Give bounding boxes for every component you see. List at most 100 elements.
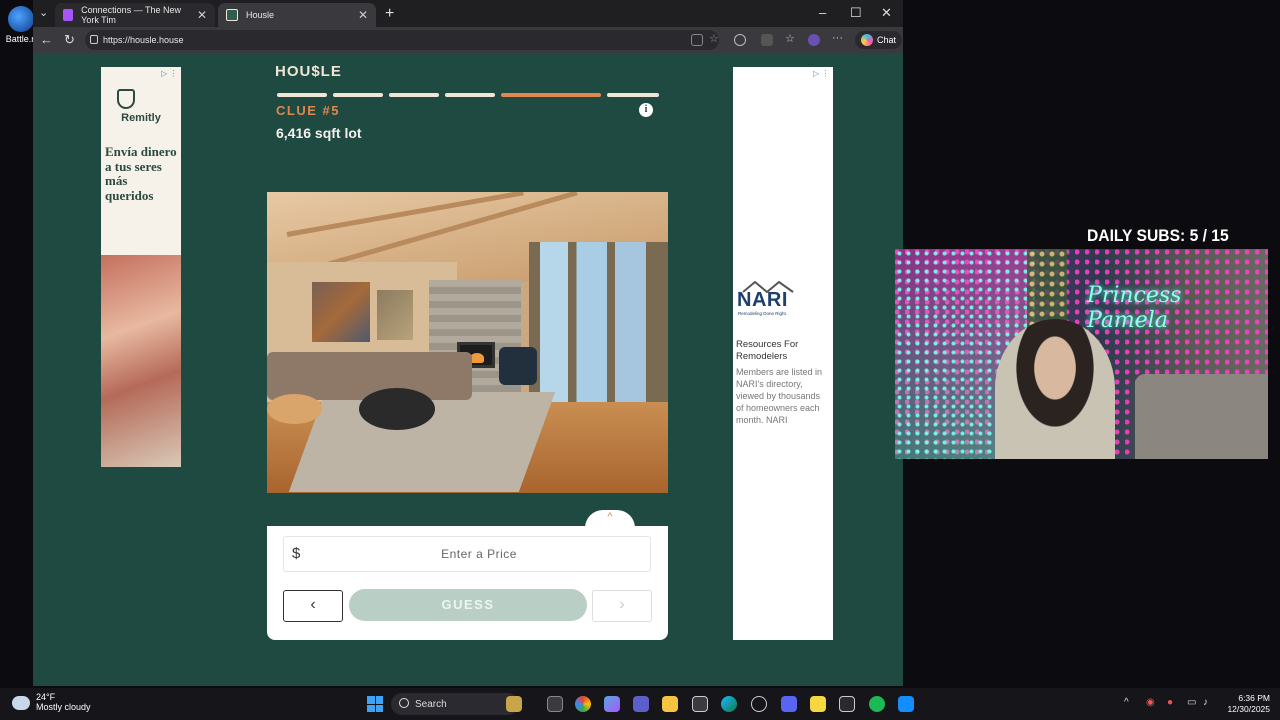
webcam-feed: Princess Pamela <box>895 249 1268 459</box>
housle-logo[interactable]: HOU$LE <box>275 63 342 80</box>
ad-brand: Remitly <box>121 112 161 124</box>
tab-housle[interactable]: Housle ✕ <box>218 3 376 27</box>
chat-label: Chat <box>877 35 897 45</box>
steam-icon[interactable] <box>751 696 767 712</box>
volume-icon[interactable]: ♪ <box>1203 697 1208 708</box>
favorite-star-icon[interactable]: ☆ <box>709 34 721 46</box>
search-icon <box>399 698 409 708</box>
next-clue-button[interactable]: › <box>592 590 652 622</box>
chevron-up-icon: ^ <box>607 511 613 523</box>
lock-icon[interactable] <box>90 35 98 44</box>
profile-avatar-icon[interactable] <box>808 34 820 46</box>
tab-connections[interactable]: Connections — The New York Tim ✕ <box>55 3 215 27</box>
ad-photo <box>101 255 181 467</box>
webcam-neon-sign: Princess Pamela <box>1087 283 1182 333</box>
widget-app-icon[interactable] <box>506 696 522 712</box>
spotify-icon[interactable] <box>869 696 885 712</box>
network-icon[interactable]: ▭ <box>1187 697 1196 708</box>
copilot-icon <box>861 34 873 46</box>
subs-count: 5 / 15 <box>1189 226 1229 245</box>
ad-body: Members are listed in NARI's directory, … <box>736 367 823 425</box>
photo-artwork <box>312 282 370 342</box>
maximize-icon[interactable]: ☐ <box>850 5 862 21</box>
copilot-app-icon[interactable] <box>604 696 620 712</box>
progress-segment <box>389 93 439 97</box>
taskbar: 24°F Mostly cloudy Search ^ ◉ ● ▭ ♪ 6:36… <box>0 688 1280 720</box>
photo-sofa <box>267 352 472 400</box>
subs-label: DAILY SUBS: <box>1087 226 1186 245</box>
close-window-icon[interactable]: ✕ <box>881 5 892 21</box>
info-icon[interactable]: i <box>639 103 653 117</box>
copilot-chat-button[interactable]: Chat <box>855 31 903 49</box>
currency-symbol: $ <box>292 545 301 562</box>
expand-panel-button[interactable]: ^ <box>585 510 635 528</box>
back-icon[interactable]: ← <box>40 32 53 47</box>
read-aloud-icon[interactable] <box>691 34 703 46</box>
refresh-icon[interactable]: ↻ <box>64 32 75 48</box>
photo-chair <box>499 347 537 385</box>
weather-widget[interactable]: 24°F Mostly cloudy <box>12 692 91 712</box>
favorites-icon[interactable]: ☆ <box>785 34 797 46</box>
task-view-icon[interactable] <box>547 696 563 712</box>
daily-subs-counter: DAILY SUBS: 5 / 15 <box>1087 226 1229 246</box>
progress-segment <box>607 93 659 97</box>
close-tab-icon[interactable]: ✕ <box>197 8 207 22</box>
show-hidden-icons-icon[interactable]: ^ <box>1124 697 1129 708</box>
app-tray-icon[interactable]: ◉ <box>1146 697 1155 708</box>
house-photo <box>267 192 668 493</box>
browser-window: ⌄ Connections — The New York Tim ✕ Housl… <box>33 0 903 686</box>
webcam-couch <box>1135 374 1268 459</box>
remitly-logo-icon <box>117 89 135 109</box>
chrome-icon[interactable] <box>575 696 591 712</box>
ad-copy: Envía dinero a tus seres más queridos <box>105 144 177 203</box>
nyt-connections-favicon-icon <box>63 9 74 21</box>
photo-artwork <box>377 290 413 340</box>
obs-icon[interactable] <box>839 696 855 712</box>
more-options-icon[interactable]: ··· <box>832 33 844 46</box>
sticky-notes-icon[interactable] <box>810 696 826 712</box>
ad-choices-icon[interactable]: ▷ ⋮ <box>161 69 177 78</box>
nari-logo: NARI <box>737 289 788 311</box>
nari-tagline: Remodeling Done Right. <box>738 311 788 316</box>
file-explorer-icon[interactable] <box>662 696 678 712</box>
teams-icon[interactable] <box>633 696 649 712</box>
windows-start-icon[interactable] <box>367 696 383 712</box>
edge-icon[interactable] <box>721 696 737 712</box>
battlenet-taskbar-icon[interactable] <box>898 696 914 712</box>
taskbar-search[interactable]: Search <box>391 693 519 715</box>
clue-progress-bar <box>277 93 659 97</box>
progress-segment <box>277 93 327 97</box>
progress-segment <box>445 93 495 97</box>
battlenet-icon <box>8 6 34 32</box>
weather-condition: Mostly cloudy <box>36 702 91 712</box>
discord-icon[interactable] <box>781 696 797 712</box>
clue-title: CLUE #5 <box>276 103 340 118</box>
price-field[interactable]: $ <box>283 536 651 572</box>
cloudy-weather-icon <box>12 696 30 710</box>
extensions-puzzle-icon[interactable] <box>761 34 773 46</box>
remitly-ad[interactable]: ▷ ⋮ Remitly Envía dinero a tus seres más… <box>101 67 181 467</box>
browser-toolbar: ← ↻ https://housle.house ☆ ☆ ··· Chat <box>33 27 903 53</box>
store-icon[interactable] <box>692 696 708 712</box>
housle-favicon-icon <box>226 9 238 21</box>
microphone-icon[interactable]: ● <box>1167 697 1173 708</box>
new-tab-icon[interactable]: + <box>385 5 394 23</box>
extension-icon[interactable] <box>734 34 746 46</box>
guess-panel: ^ $ ‹ GUESS › <box>267 510 668 640</box>
search-label: Search <box>415 698 447 710</box>
price-input[interactable] <box>308 537 650 571</box>
previous-clue-button[interactable]: ‹ <box>283 590 343 622</box>
taskbar-clock[interactable]: 6:36 PM 12/30/2025 <box>1210 693 1270 715</box>
weather-temperature: 24°F <box>36 692 56 702</box>
ad-choices-icon[interactable]: ▷ ⋮ <box>813 69 829 78</box>
tab-title: Housle <box>246 10 275 20</box>
address-bar[interactable]: https://housle.house <box>85 30 719 50</box>
url-text: https://housle.house <box>103 35 184 45</box>
minimize-icon[interactable]: – <box>819 5 826 20</box>
photo-coffee-table <box>359 388 435 430</box>
nari-ad[interactable]: ▷ ⋮ NARI Remodeling Done Right. Resource… <box>733 67 833 640</box>
close-tab-icon[interactable]: ✕ <box>358 8 368 22</box>
guess-button[interactable]: GUESS <box>349 589 587 621</box>
progress-segment-active <box>501 93 601 97</box>
tab-list-dropdown-icon[interactable]: ⌄ <box>39 6 48 19</box>
